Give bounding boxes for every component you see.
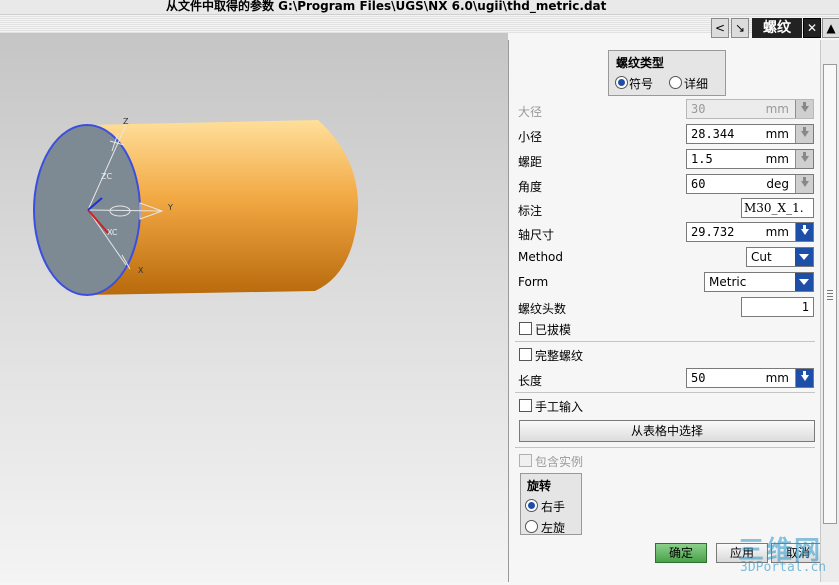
radio-left-hand-label: 左旋 [541, 521, 566, 535]
axis-label-x: X [138, 266, 144, 275]
graphics-viewport[interactable]: Z ZC XC X Y [0, 33, 508, 582]
ok-button[interactable]: 确定 [655, 543, 707, 563]
minor-diameter-label: 小径 [518, 130, 543, 144]
chevron-left-icon: < [714, 21, 726, 35]
angle-unit: deg [766, 177, 789, 191]
shaft-size-unit: mm [765, 225, 789, 239]
radio-right-hand[interactable] [525, 499, 538, 512]
major-diameter-spin [795, 100, 813, 118]
minor-diameter-spin[interactable] [795, 125, 813, 143]
axis-label-z: Z [123, 117, 129, 126]
radio-symbolic[interactable] [615, 76, 628, 89]
form-value: Metric [709, 275, 747, 289]
dock-button[interactable]: ↘ [731, 18, 749, 38]
axis-label-zc: ZC [101, 172, 112, 181]
radio-right-hand-label: 右手 [541, 500, 566, 514]
tapered-checkbox[interactable] [519, 322, 532, 335]
close-icon: ✕ [806, 21, 818, 35]
angle-value: 60 [691, 177, 706, 191]
dialog-titlebar: < ↘ 螺纹 ✕ ▲ [707, 18, 839, 40]
length-label: 长度 [518, 374, 543, 388]
scroll-up-button[interactable]: ▲ [822, 18, 839, 38]
num-starts-field[interactable]: 1 [741, 297, 814, 317]
watermark-logo: 三维网 3DPortal.cn [738, 530, 836, 578]
radio-detailed-label: 详细 [684, 77, 709, 91]
length-spin[interactable] [795, 369, 813, 387]
divider [515, 447, 815, 448]
major-diameter-label: 大径 [518, 105, 543, 119]
form-label: Form [518, 275, 549, 289]
minor-diameter-unit: mm [765, 127, 789, 141]
length-unit: mm [765, 371, 789, 385]
angle-field[interactable]: 60 deg [686, 174, 814, 194]
shaft-size-field[interactable]: 29.732 mm [686, 222, 814, 242]
callout-value: M30_X_1. [744, 201, 804, 215]
caret-up-icon: ▲ [826, 21, 836, 35]
scrollbar-thumb[interactable] [823, 64, 837, 524]
method-label: Method [518, 250, 564, 264]
length-value: 50 [691, 371, 706, 385]
pitch-unit: mm [765, 152, 789, 166]
dialog-scrollbar[interactable] [820, 40, 839, 582]
callout-field[interactable]: M30_X_1. [741, 198, 814, 218]
chevron-down-icon[interactable] [795, 248, 813, 266]
major-diameter-unit: mm [765, 102, 789, 116]
angle-spin[interactable] [795, 175, 813, 193]
method-dropdown[interactable]: Cut [746, 247, 814, 267]
arrow-down-right-icon: ↘ [734, 21, 746, 35]
divider [515, 341, 815, 342]
include-instances-label: 包含实例 [535, 455, 584, 469]
pitch-value: 1.5 [691, 152, 713, 166]
angle-label: 角度 [518, 180, 543, 194]
full-thread-checkbox[interactable] [519, 348, 532, 361]
dialog-title: 螺纹 [752, 18, 802, 38]
shaft-size-label: 轴尺寸 [518, 228, 555, 242]
major-diameter-value: 30 [691, 102, 706, 116]
nav-left-button[interactable]: < [711, 18, 729, 38]
tapered-label: 已拔模 [535, 323, 572, 337]
minor-diameter-value: 28.344 [691, 127, 735, 141]
num-starts-value: 1 [801, 300, 809, 314]
method-value: Cut [751, 250, 772, 264]
divider [515, 392, 815, 393]
num-starts-label: 螺纹头数 [518, 302, 567, 316]
include-instances-checkbox [519, 454, 532, 467]
status-text: 从文件中取得的参数 G:\Program Files\UGS\NX 6.0\ug… [166, 0, 607, 13]
minor-diameter-field[interactable]: 28.344 mm [686, 124, 814, 144]
radio-left-hand[interactable] [525, 520, 538, 533]
cylinder-model[interactable]: Z ZC XC X Y [0, 33, 508, 582]
shaft-size-spin[interactable] [795, 223, 813, 241]
watermark-line2: 3DPortal.cn [740, 560, 827, 575]
radio-detailed[interactable] [669, 76, 682, 89]
manual-input-label: 手工输入 [535, 400, 584, 414]
axis-label-y: Y [167, 203, 173, 212]
close-button[interactable]: ✕ [803, 18, 821, 38]
thread-dialog: 螺纹类型 符号 详细 大径 30 mm 小径 28.344 mm 螺距 1.5 … [508, 40, 839, 582]
full-thread-label: 完整螺纹 [535, 349, 584, 363]
form-dropdown[interactable]: Metric [704, 272, 814, 292]
callout-label: 标注 [518, 204, 543, 218]
pitch-label: 螺距 [518, 155, 543, 169]
chevron-down-icon[interactable] [795, 273, 813, 291]
shaft-size-value: 29.732 [691, 225, 735, 239]
radio-symbolic-label: 符号 [629, 77, 654, 91]
pitch-field[interactable]: 1.5 mm [686, 149, 814, 169]
pitch-spin[interactable] [795, 150, 813, 168]
manual-input-checkbox[interactable] [519, 399, 532, 412]
rotation-group: 旋转 右手 左旋 [520, 473, 582, 535]
status-bar: 从文件中取得的参数 G:\Program Files\UGS\NX 6.0\ug… [0, 0, 839, 15]
thread-type-group: 螺纹类型 符号 详细 [608, 50, 726, 96]
choose-from-table-button[interactable]: 从表格中选择 [519, 420, 815, 442]
thread-type-title: 螺纹类型 [616, 56, 665, 70]
rotation-title: 旋转 [527, 479, 552, 493]
major-diameter-field: 30 mm [686, 99, 814, 119]
axis-label-xc: XC [107, 228, 118, 237]
length-field[interactable]: 50 mm [686, 368, 814, 388]
